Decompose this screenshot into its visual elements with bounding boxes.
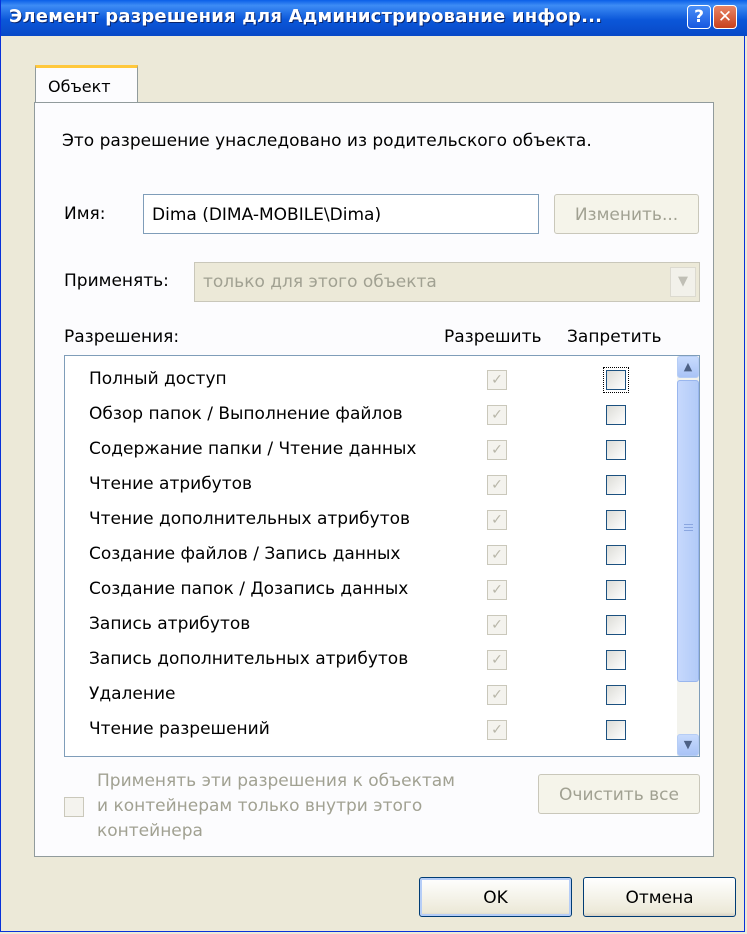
permission-label: Чтение разрешений (89, 719, 270, 739)
permission-row: Создание файлов / Запись данных ✓ (65, 538, 670, 573)
allow-checkbox[interactable]: ✓ (487, 475, 507, 495)
thumb-grip-icon (684, 530, 693, 531)
permission-row: Запись атрибутов ✓ (65, 608, 670, 643)
permission-row: Запись дополнительных атрибутов ✓ (65, 643, 670, 678)
allow-column-header: Разрешить (444, 327, 542, 347)
cancel-label: Отмена (625, 888, 694, 908)
deny-checkbox[interactable] (606, 440, 626, 460)
allow-checkbox[interactable]: ✓ (487, 510, 507, 530)
name-field: Dima (DIMA-MOBILE\Dima) (143, 194, 539, 234)
permission-row: Чтение атрибутов ✓ (65, 468, 670, 503)
allow-checkbox[interactable]: ✓ (487, 580, 507, 600)
allow-checkbox[interactable]: ✓ (487, 405, 507, 425)
deny-checkbox[interactable] (603, 367, 629, 393)
apply-to-label: Применять: (64, 271, 169, 291)
ok-label: OK (483, 888, 508, 908)
permission-row: Полный доступ ✓ (65, 363, 670, 398)
tab-object[interactable]: Объект (35, 65, 138, 103)
clear-all-label: Очистить все (559, 785, 679, 805)
permission-label: Запись дополнительных атрибутов (89, 649, 409, 669)
permission-label: Создание файлов / Запись данных (89, 544, 401, 564)
permissions-scrollbar[interactable]: ▲ ▼ (677, 356, 699, 756)
permission-row: Чтение дополнительных атрибутов ✓ (65, 503, 670, 538)
change-button[interactable]: Изменить... (554, 194, 699, 234)
ok-button[interactable]: OK (419, 877, 572, 917)
allow-checkbox[interactable]: ✓ (487, 370, 507, 390)
deny-checkbox[interactable] (606, 685, 626, 705)
permissions-list: Полный доступ ✓ Обзор папок / Выполнение ф… (64, 355, 700, 757)
scroll-up-button[interactable]: ▲ (677, 356, 699, 378)
deny-checkbox[interactable] (606, 405, 626, 425)
scroll-down-button[interactable]: ▼ (677, 734, 699, 756)
inherit-line-3: контейнера (97, 821, 203, 841)
permissions-label: Разрешения: (64, 327, 180, 347)
deny-checkbox[interactable] (606, 475, 626, 495)
permission-label: Создание папок / Дозапись данных (89, 579, 409, 599)
help-button[interactable]: ? (687, 5, 711, 29)
apply-to-value: только для этого объекта (203, 272, 437, 292)
deny-checkbox[interactable] (606, 615, 626, 635)
allow-checkbox[interactable]: ✓ (487, 685, 507, 705)
inherit-line-1: Применять эти разрешения к объектам (97, 771, 456, 791)
allow-checkbox[interactable]: ✓ (487, 650, 507, 670)
allow-checkbox[interactable]: ✓ (487, 720, 507, 740)
deny-checkbox[interactable] (606, 580, 626, 600)
apply-to-select[interactable]: только для этого объекта ▼ (194, 262, 700, 302)
deny-checkbox[interactable] (606, 545, 626, 565)
permission-row: Чтение разрешений ✓ (65, 713, 670, 748)
change-button-label: Изменить... (574, 205, 679, 225)
inherited-info-text: Это разрешение унаследовано из родительс… (62, 131, 592, 151)
close-button[interactable]: ✕ (713, 5, 737, 29)
thumb-grip-icon (684, 527, 693, 528)
permission-row: Содержание папки / Чтение данных ✓ (65, 433, 670, 468)
inherit-only-checkbox[interactable] (64, 797, 84, 817)
allow-checkbox[interactable]: ✓ (487, 615, 507, 635)
name-label: Имя: (64, 204, 106, 224)
permission-entry-dialog: Элемент разрешения для Администрирование… (0, 0, 747, 932)
allow-checkbox[interactable]: ✓ (487, 545, 507, 565)
permission-label: Удаление (89, 684, 176, 704)
permission-row: Обзор папок / Выполнение файлов ✓ (65, 398, 670, 433)
deny-column-header: Запретить (567, 327, 662, 347)
clear-all-button[interactable]: Очистить все (538, 774, 700, 814)
title-bar[interactable]: Элемент разрешения для Администрирование… (1, 0, 747, 36)
permission-label: Содержание папки / Чтение данных (89, 439, 417, 459)
deny-checkbox[interactable] (606, 650, 626, 670)
cancel-button[interactable]: Отмена (583, 877, 736, 917)
allow-checkbox[interactable]: ✓ (487, 440, 507, 460)
permission-label: Полный доступ (89, 369, 227, 389)
chevron-down-icon[interactable]: ▼ (670, 267, 696, 297)
scroll-thumb[interactable] (677, 380, 699, 682)
permission-label: Чтение атрибутов (89, 474, 253, 494)
deny-checkbox[interactable] (606, 720, 626, 740)
permission-label: Запись атрибутов (89, 614, 251, 634)
permission-label: Чтение дополнительных атрибутов (89, 509, 411, 529)
name-value: Dima (DIMA-MOBILE\Dima) (152, 205, 382, 225)
permission-row: Удаление ✓ (65, 678, 670, 713)
deny-checkbox[interactable] (606, 510, 626, 530)
window-title: Элемент разрешения для Администрирование… (9, 6, 603, 27)
permission-row: Создание папок / Дозапись данных ✓ (65, 573, 670, 608)
permission-label: Обзор папок / Выполнение файлов (89, 404, 403, 424)
thumb-grip-icon (684, 524, 693, 525)
inherit-line-2: и контейнерам только внутри этого (97, 796, 423, 816)
